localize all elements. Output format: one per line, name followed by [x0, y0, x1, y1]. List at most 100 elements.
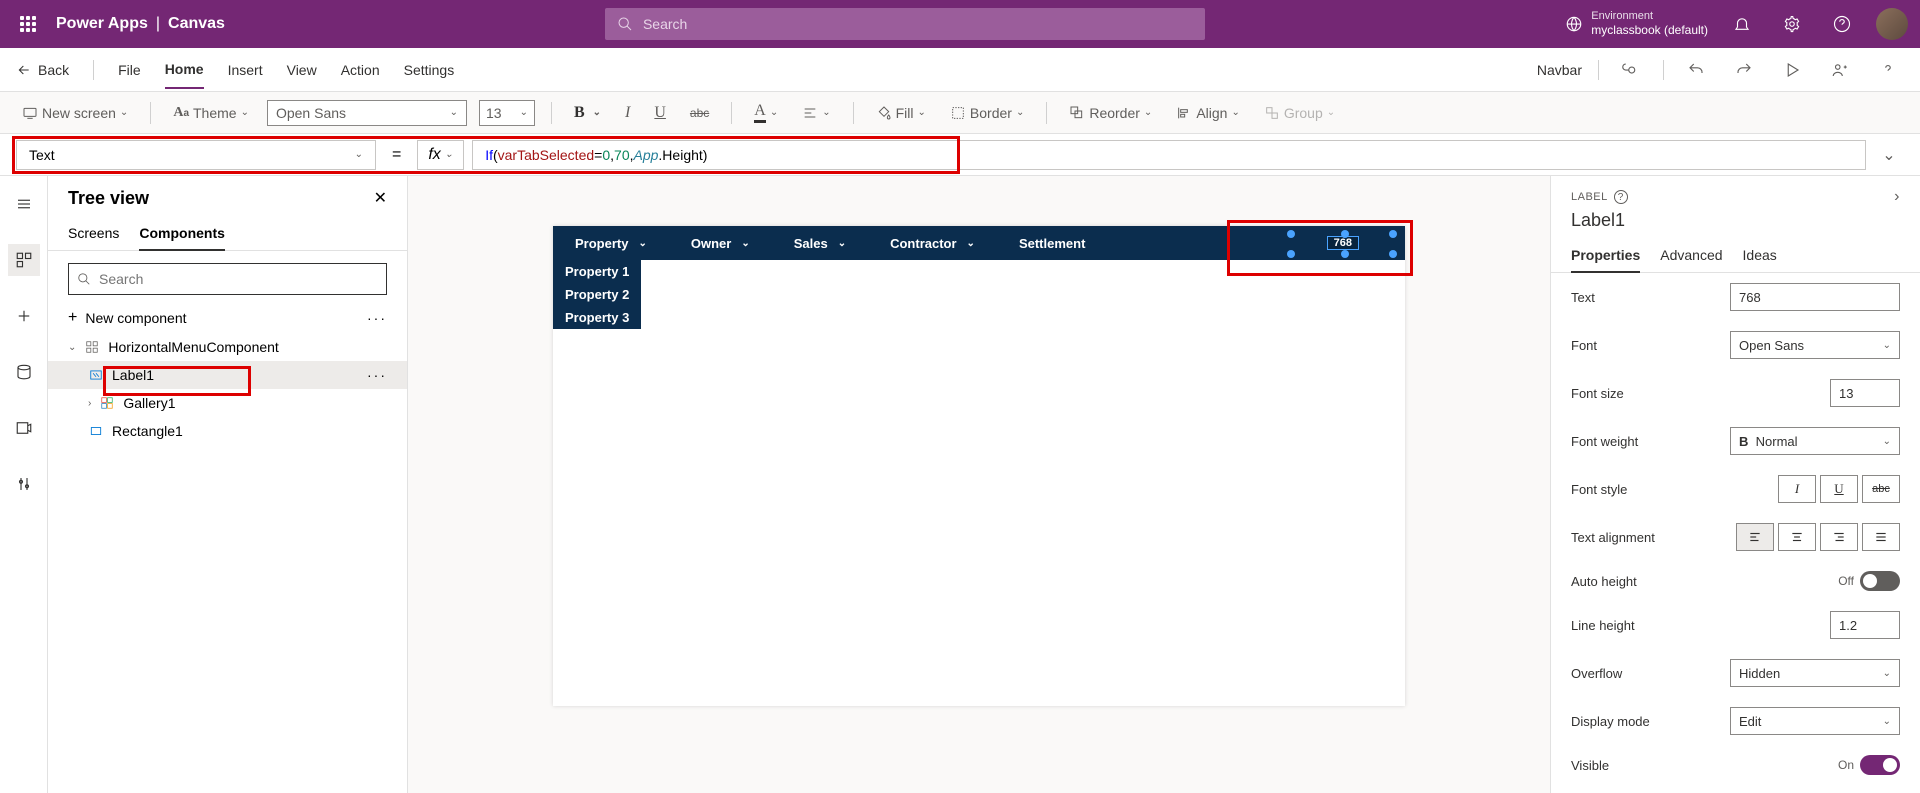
visible-toggle[interactable]	[1860, 755, 1900, 775]
environment-picker[interactable]: Environment myclassbook (default)	[1565, 10, 1708, 38]
hamburger-icon[interactable]	[8, 188, 40, 220]
new-screen-button[interactable]: New screen⌄	[16, 101, 134, 125]
tree-node-gallery1[interactable]: › Gallery1	[48, 389, 407, 417]
menu-settings[interactable]: Settings	[404, 52, 455, 88]
align-justify-button[interactable]	[1862, 523, 1900, 551]
tree-search-input[interactable]	[99, 271, 378, 287]
media-icon[interactable]	[8, 412, 40, 444]
app-checker-icon[interactable]	[1615, 54, 1647, 86]
search-input[interactable]	[643, 16, 1193, 32]
autoheight-toggle[interactable]	[1860, 571, 1900, 591]
strike-toggle[interactable]: abc	[1862, 475, 1900, 503]
tools-icon[interactable]	[8, 468, 40, 500]
dd-item-1[interactable]: Property 1	[553, 260, 641, 283]
user-avatar[interactable]	[1876, 8, 1908, 40]
menu-action[interactable]: Action	[341, 52, 380, 88]
settings-icon[interactable]	[1776, 8, 1808, 40]
align-button[interactable]: Align⌄	[1170, 101, 1246, 125]
expand-formula-icon[interactable]: ⌄	[1874, 140, 1904, 170]
menu-settlement[interactable]: Settlement	[997, 226, 1107, 260]
dd-item-2[interactable]: Property 2	[553, 283, 641, 306]
selected-label1[interactable]: 768	[1327, 236, 1359, 250]
search-icon	[617, 16, 633, 32]
bold-button[interactable]: B⌄	[568, 100, 607, 126]
menu-insert[interactable]: Insert	[228, 52, 263, 88]
component-icon	[84, 339, 100, 355]
prop-font-select[interactable]: Open Sans⌄	[1730, 331, 1900, 359]
canvas-area: Property⌄ Owner⌄ Sales⌄ Contractor⌄ Sett…	[408, 176, 1550, 793]
close-tree-icon[interactable]: ✕	[374, 188, 387, 209]
back-button[interactable]: Back	[16, 62, 69, 78]
tree-search[interactable]	[68, 263, 387, 295]
tab-components[interactable]: Components	[139, 217, 225, 251]
app-launcher-icon[interactable]	[12, 8, 44, 40]
play-icon[interactable]	[1776, 54, 1808, 86]
prop-displaymode-select[interactable]: Edit⌄	[1730, 707, 1900, 735]
tree-node-label1[interactable]: Label1 ···	[48, 361, 407, 389]
node-more-icon[interactable]: ···	[367, 367, 387, 383]
notifications-icon[interactable]	[1726, 8, 1758, 40]
font-color-button[interactable]: A⌄	[748, 98, 784, 127]
prop-fontsize-input[interactable]: 13	[1830, 379, 1900, 407]
property-selector[interactable]: Text⌄	[16, 140, 376, 170]
italic-button[interactable]: I	[619, 100, 636, 126]
theme-button[interactable]: Aa Theme⌄	[167, 101, 255, 125]
prop-autoheight-label: Auto height	[1571, 574, 1637, 589]
align-right-button[interactable]	[1820, 523, 1858, 551]
components-more-icon[interactable]: ···	[367, 310, 387, 326]
environment-icon	[1565, 15, 1583, 33]
formula-input[interactable]: If(varTabSelected = 0, 70, App.Height)	[472, 140, 1866, 170]
help2-icon[interactable]	[1872, 54, 1904, 86]
props-tab-ideas[interactable]: Ideas	[1743, 239, 1777, 272]
fill-button[interactable]: Fill⌄	[870, 101, 932, 125]
prop-lineheight-input[interactable]: 1.2	[1830, 611, 1900, 639]
italic-toggle[interactable]: I	[1778, 475, 1816, 503]
prop-overflow-select[interactable]: Hidden⌄	[1730, 659, 1900, 687]
canvas[interactable]: Property⌄ Owner⌄ Sales⌄ Contractor⌄ Sett…	[553, 226, 1405, 706]
align-left-button[interactable]	[1736, 523, 1774, 551]
info-icon[interactable]: ?	[1614, 190, 1628, 204]
menu-file[interactable]: File	[118, 52, 141, 88]
redo-icon[interactable]	[1728, 54, 1760, 86]
menu-owner[interactable]: Owner⌄	[669, 226, 772, 260]
align-text-button[interactable]: ⌄	[796, 101, 836, 125]
tree-view-icon[interactable]	[8, 244, 40, 276]
props-tab-properties[interactable]: Properties	[1571, 239, 1640, 273]
insert-icon[interactable]	[8, 300, 40, 332]
menu-home[interactable]: Home	[165, 51, 204, 89]
props-tab-advanced[interactable]: Advanced	[1660, 239, 1722, 272]
prop-text-input[interactable]: 768	[1730, 283, 1900, 311]
menu-sales[interactable]: Sales⌄	[772, 226, 868, 260]
dd-item-3[interactable]: Property 3	[553, 306, 641, 329]
prop-fontweight-select[interactable]: B Normal⌄	[1730, 427, 1900, 455]
align-center-button[interactable]	[1778, 523, 1816, 551]
help-icon[interactable]	[1826, 8, 1858, 40]
tree-node-rectangle1[interactable]: Rectangle1	[48, 417, 407, 445]
underline-button[interactable]: U	[648, 100, 672, 126]
control-name[interactable]: Label1	[1551, 210, 1920, 239]
fx-button[interactable]: fx⌄	[417, 140, 464, 170]
underline-toggle[interactable]: U	[1820, 475, 1858, 503]
font-size-selector[interactable]: 13⌄	[479, 100, 535, 126]
environment-value: myclassbook (default)	[1591, 23, 1708, 37]
menu-contractor[interactable]: Contractor⌄	[868, 226, 997, 260]
menu-property[interactable]: Property⌄	[553, 226, 669, 260]
prop-overflow-label: Overflow	[1571, 666, 1622, 681]
tab-screens[interactable]: Screens	[68, 217, 119, 250]
new-component-button[interactable]: +New component	[68, 309, 187, 327]
share-icon[interactable]	[1824, 54, 1856, 86]
tree-node-root[interactable]: ⌄ HorizontalMenuComponent	[48, 333, 407, 361]
data-icon[interactable]	[8, 356, 40, 388]
border-button[interactable]: Border⌄	[944, 101, 1030, 125]
strikethrough-button[interactable]: abc	[684, 102, 715, 124]
rectangle-icon	[88, 423, 104, 439]
equals-label: =	[384, 146, 409, 164]
search-box[interactable]	[605, 8, 1205, 40]
property-dropdown: Property 1 Property 2 Property 3	[553, 260, 641, 329]
undo-icon[interactable]	[1680, 54, 1712, 86]
gallery-icon	[99, 395, 115, 411]
reorder-button[interactable]: Reorder⌄	[1063, 101, 1158, 125]
menu-view[interactable]: View	[287, 52, 317, 88]
font-selector[interactable]: Open Sans⌄	[267, 100, 467, 126]
expand-props-icon[interactable]: ›	[1894, 188, 1900, 206]
